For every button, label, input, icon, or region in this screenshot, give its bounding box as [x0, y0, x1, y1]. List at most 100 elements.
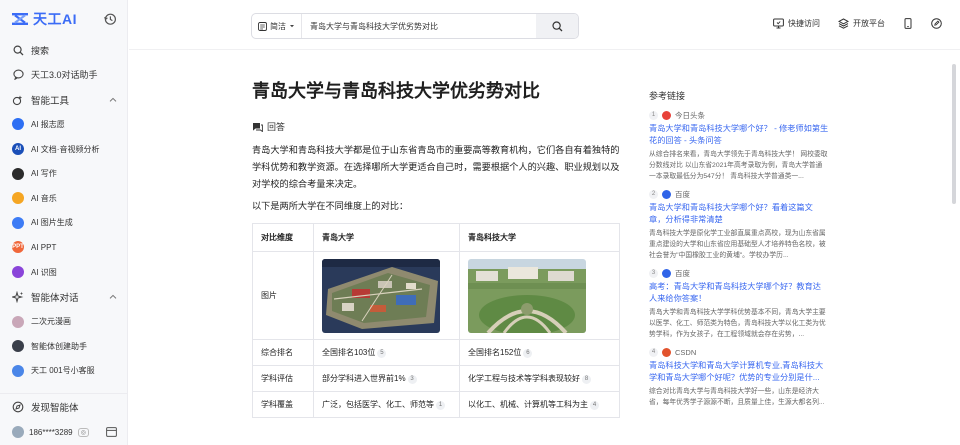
citation-badge[interactable]: 6 — [523, 349, 533, 358]
reference-item[interactable]: 1 今日头条青岛大学和青岛科技大学哪个好？ - 修老师如第生花的回答 - 头条问答… — [649, 110, 829, 182]
tools-icon — [12, 94, 24, 106]
sidebar: 天工AI 搜索 天工3.0对话助手 智能工具 AI 报志愿 AI AI 文档·音… — [0, 0, 128, 445]
source-icon — [662, 111, 671, 120]
table-cell-text: 综合排名 — [261, 348, 293, 357]
citation-badge[interactable]: 3 — [407, 375, 417, 384]
source-icon — [662, 190, 671, 199]
sidebar-tool-item[interactable]: AI 图片生成 — [0, 211, 127, 236]
table-row-image: 图片 — [252, 251, 620, 340]
open-platform-button[interactable]: 开放平台 — [838, 18, 885, 29]
chevron-up-icon — [109, 97, 117, 102]
sidebar-bottom: 发现智能体 186****3289 ◎ — [0, 393, 127, 445]
table-cell-image — [313, 251, 460, 340]
agent-avatar — [12, 340, 24, 353]
table-cell: 部分学科进入世界前1% 3 — [313, 365, 460, 392]
search-icon — [551, 20, 562, 31]
sidebar-tool-item[interactable]: AI 写作 — [0, 161, 127, 186]
sidebar-tool-label: AI 报志愿 — [31, 119, 65, 129]
edit-icon[interactable] — [931, 18, 942, 29]
table-cell: 广泛，包括医学、化工、师范等 1 — [313, 391, 460, 418]
citation-badge[interactable]: 8 — [582, 375, 591, 384]
sidebar-item-assistant[interactable]: 天工3.0对话助手 — [0, 63, 127, 88]
table-cell-text: 学科覆盖 — [261, 400, 293, 409]
app-root: 天工AI 搜索 天工3.0对话助手 智能工具 AI 报志愿 AI AI 文档·音… — [0, 0, 960, 445]
caret-down-icon — [290, 25, 294, 28]
table-cell-text: 全国排名152位 — [468, 348, 522, 357]
campus-photo-image[interactable] — [468, 258, 586, 333]
reference-number: 3 — [649, 269, 658, 278]
logo[interactable]: 天工AI — [11, 9, 77, 29]
table-row: 学科评估 部分学科进入世界前1% 3 化学工程与技术等学科表现较好 8 — [252, 365, 620, 392]
tool-icon: PPT — [12, 241, 24, 254]
sidebar-agent-item[interactable]: 智能体创建助手 — [0, 334, 127, 359]
reference-source: 3 百度 — [649, 268, 829, 279]
tool-icon — [12, 266, 24, 279]
source-icon — [662, 348, 671, 357]
reference-source: 2 百度 — [649, 189, 829, 200]
table-header-cell: 青岛大学 — [313, 223, 460, 252]
sidebar-group-label: 智能工具 — [31, 95, 70, 107]
answer-intro: 青岛大学和青岛科技大学都是位于山东省青岛市的重要高等教育机构，它们各自有着独特的… — [252, 145, 620, 189]
sidebar-group-tools[interactable]: 智能工具 — [0, 87, 127, 112]
agent-avatar — [12, 315, 24, 328]
campus-map-image[interactable] — [322, 258, 440, 333]
answer-panel: 青岛大学与青岛科技大学优劣势对比 回答 青岛大学和青岛科技大学都是位于山东省青岛… — [252, 51, 622, 445]
tools-list: AI 报志愿 AI AI 文档·音视频分析 AI 写作 AI 音乐 AI 图片生成 PPT A… — [0, 112, 127, 284]
sidebar-tool-item[interactable]: AI 音乐 — [0, 186, 127, 211]
table-cell: 学科覆盖 — [252, 391, 314, 418]
scrollbar-thumb[interactable] — [952, 64, 956, 204]
reference-item[interactable]: 3 百度 高考：青岛大学和青岛科技大学哪个好？教育达人来给你答案！ 青岛大学和青岛科技… — [649, 268, 829, 340]
sidebar-group-agents[interactable]: 智能体对话 — [0, 284, 127, 309]
search-button[interactable] — [536, 14, 578, 38]
reference-title-link[interactable]: 青岛大学和青岛科技大学哪个好？ - 修老师如第生花的回答 - 头条问答 — [649, 123, 829, 147]
answer-subintro: 以下是两所大学在不同维度上的对比： — [252, 201, 409, 211]
search-input[interactable]: 青岛大学与青岛科技大学优劣势对比 — [302, 21, 536, 32]
reference-title-link[interactable]: 高考：青岛大学和青岛科技大学哪个好？教育达人来给你答案！ — [649, 281, 829, 305]
sidebar-agent-item[interactable]: 二次元漫画 — [0, 309, 127, 334]
sidebar-item-search[interactable]: 搜索 — [0, 38, 127, 63]
sidebar-tool-label: AI 写作 — [31, 169, 57, 179]
user-row[interactable]: 186****3289 ◎ — [0, 419, 127, 445]
reference-source-name: 百度 — [675, 190, 690, 199]
quick-access-button[interactable]: 快捷访问 — [773, 18, 820, 29]
discover-agents-button[interactable]: 发现智能体 — [0, 393, 127, 419]
table-cell-text: 学科评估 — [261, 374, 293, 383]
sidebar-tool-item[interactable]: AI 识图 — [0, 260, 127, 285]
citation-badge[interactable]: 1 — [436, 401, 445, 410]
page-title: 青岛大学与青岛科技大学优劣势对比 — [252, 81, 540, 101]
table-cell-text: 广泛，包括医学、化工、师范等 — [322, 400, 434, 409]
tool-icon — [12, 216, 24, 229]
citation-badge[interactable]: 4 — [590, 401, 599, 410]
sidebar-tool-item[interactable]: AI AI 文档·音视频分析 — [0, 137, 127, 162]
reference-source-name: 今日头条 — [675, 111, 705, 120]
mobile-icon[interactable] — [903, 18, 913, 29]
tool-icon — [12, 192, 24, 205]
table-cell: 全国排名103位 5 — [313, 339, 460, 366]
citation-badge[interactable]: 5 — [377, 349, 387, 358]
history-icon[interactable] — [103, 12, 117, 26]
sidebar-tool-item[interactable]: PPT AI PPT — [0, 235, 127, 260]
layers-icon — [838, 18, 849, 29]
reference-snippet: 从综合排名来看，青岛大学领先于青岛科技大学！ 网校委取分数线对比 以山东省202… — [649, 151, 828, 180]
table-cell: 综合排名 — [252, 339, 314, 366]
reference-item[interactable]: 4 CSDN 青岛科技大学和青岛大学计算机专业,青岛科技大学和青岛大学哪个好呢？优势… — [649, 347, 829, 419]
reference-title-link[interactable]: 青岛大学和青岛科技大学哪个好？看着这篇文章，分析得非常清楚 — [649, 202, 829, 226]
chevron-up-icon — [109, 294, 117, 299]
table-cell-text: 全国排名103位 — [322, 348, 376, 357]
search-bar[interactable]: 简洁 青岛大学与青岛科技大学优劣势对比 — [251, 13, 579, 39]
reference-item[interactable]: 2 百度青岛大学和青岛科技大学哪个好？看着这篇文章，分析得非常清楚青岛科技大学是原… — [649, 189, 829, 261]
reference-snippet: 青岛科技大学是原化学工业部直属重点高校，现为山东省属重点建设的大学和山东省应用基… — [649, 230, 826, 259]
reference-number: 4 — [649, 348, 658, 357]
sidebar-tool-label: AI 图片生成 — [31, 218, 73, 228]
reference-number: 1 — [649, 111, 658, 120]
sidebar-agent-item[interactable]: 天工 001号小客服 — [0, 359, 127, 384]
reference-source: 1 今日头条 — [649, 110, 829, 121]
table-cell: 化学工程与技术等学科表现较好 8 — [459, 365, 620, 392]
search-mode-select[interactable]: 简洁 — [252, 14, 302, 38]
sidebar-toggle-icon[interactable] — [106, 427, 117, 437]
sidebar-tool-item[interactable]: AI 报志愿 — [0, 112, 127, 137]
sidebar-agent-label: 二次元漫画 — [31, 317, 71, 327]
agents-list: 二次元漫画智能体创建助手 天工 001号小客服 — [0, 309, 127, 383]
table-cell-text: 以化工、机械、计算机等工科为主 — [468, 400, 588, 409]
reference-title-link[interactable]: 青岛科技大学和青岛大学计算机专业,青岛科技大学和青岛大学哪个好呢？优势的专业分别… — [649, 360, 829, 384]
